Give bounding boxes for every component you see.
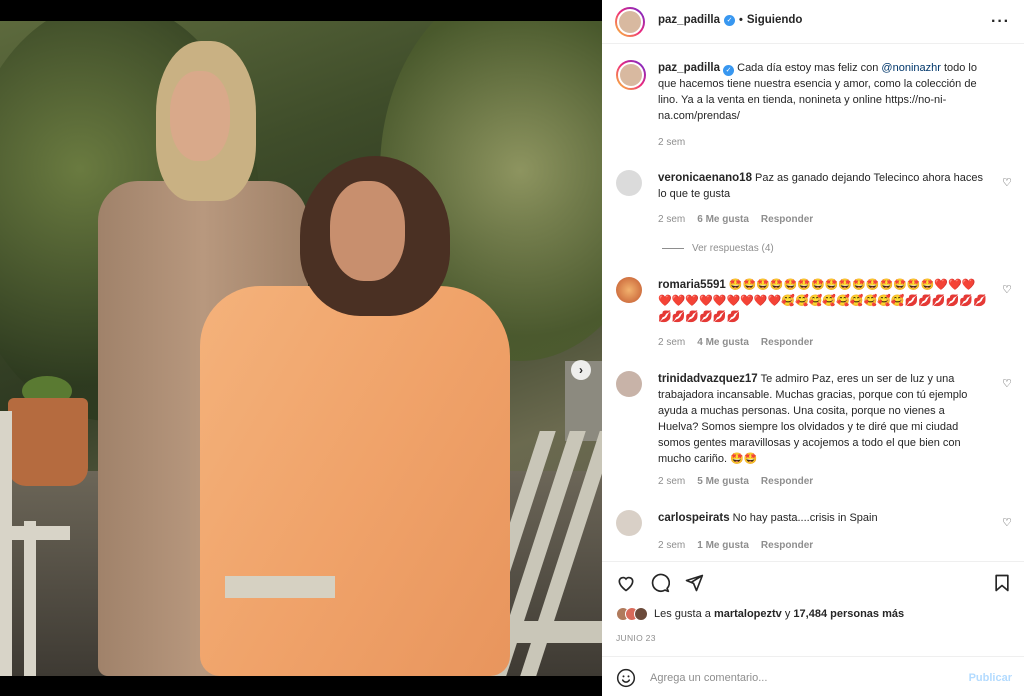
heart-icon[interactable] xyxy=(616,573,636,593)
comment-text: carlospeirats No hay pasta....crisis in … xyxy=(658,510,988,526)
view-replies-label[interactable]: Ver respuestas (4) xyxy=(692,243,774,254)
comment-input[interactable] xyxy=(650,668,950,688)
caption-time: 2 sem xyxy=(658,137,686,148)
comment-likes[interactable]: 5 Me gusta xyxy=(697,476,749,487)
likes-summary: Les gusta a martalopeztv y 17,484 person… xyxy=(616,607,904,621)
comment-time: 2 sem xyxy=(658,476,686,487)
reply-button[interactable]: Responder xyxy=(761,476,813,487)
comment-username[interactable]: trinidadvazquez17 xyxy=(658,373,758,385)
caption-before: Cada día estoy mas feliz con xyxy=(737,62,882,74)
comment-text: veronicaenano18 Paz as ganado dejando Te… xyxy=(658,170,988,202)
author-avatar[interactable] xyxy=(615,7,645,37)
comment-text: romaria5591 🤩🤩🤩🤩🤩🤩🤩🤩🤩🤩🤩🤩🤩🤩🤩❤️❤️❤️❤️❤️❤️❤… xyxy=(658,277,988,325)
heart-icon[interactable]: ♡ xyxy=(1002,178,1012,189)
reply-button[interactable]: Responder xyxy=(761,540,813,551)
comment-item: trinidadvazquez17 Te admiro Paz, eres un… xyxy=(616,371,1016,496)
likes-user[interactable]: martalopeztv xyxy=(714,608,782,620)
comment-time: 2 sem xyxy=(658,214,686,225)
comment-item: romaria5591 🤩🤩🤩🤩🤩🤩🤩🤩🤩🤩🤩🤩🤩🤩🤩❤️❤️❤️❤️❤️❤️❤… xyxy=(616,277,1016,357)
post-date[interactable]: JUNIO 23 xyxy=(616,633,656,643)
caption: paz_padilla ✓ Cada día estoy mas feliz c… xyxy=(616,60,1016,155)
share-icon[interactable] xyxy=(684,573,704,593)
comment-meta: 2 sem 1 Me gusta Responder xyxy=(658,540,813,551)
comment-avatar[interactable] xyxy=(616,170,642,196)
liker-avatars xyxy=(616,607,648,621)
likes-count[interactable]: 17,484 personas más xyxy=(793,608,904,620)
author-username[interactable]: paz_padilla xyxy=(658,14,720,26)
reply-button[interactable]: Responder xyxy=(761,214,813,225)
comment-body: No hay pasta....crisis in Spain xyxy=(732,512,878,524)
verified-icon: ✓ xyxy=(723,65,735,76)
photo-chair-left xyxy=(0,411,70,676)
comment-username[interactable]: romaria5591 xyxy=(658,279,726,291)
comment-composer: Publicar xyxy=(602,656,1024,696)
emoji-icon[interactable] xyxy=(616,668,636,688)
heart-icon[interactable]: ♡ xyxy=(1002,379,1012,390)
comment-time: 2 sem xyxy=(658,337,686,348)
chevron-right-icon[interactable]: › xyxy=(571,360,591,380)
heart-icon[interactable]: ♡ xyxy=(1002,285,1012,296)
caption-text: paz_padilla ✓ Cada día estoy mas feliz c… xyxy=(658,60,988,124)
action-bar xyxy=(602,561,1024,601)
comment-username[interactable]: carlospeirats xyxy=(658,512,730,524)
comment-likes[interactable]: 4 Me gusta xyxy=(697,337,749,348)
comment-meta: 2 sem 5 Me gusta Responder xyxy=(658,476,813,487)
caption-meta: 2 sem xyxy=(658,137,685,148)
publish-button[interactable]: Publicar xyxy=(969,672,1012,684)
more-icon[interactable]: ··· xyxy=(991,13,1010,31)
caption-mention[interactable]: @noninazhr xyxy=(881,62,940,74)
comment-text: trinidadvazquez17 Te admiro Paz, eres un… xyxy=(658,371,988,467)
comment-body: Te admiro Paz, eres un ser de luz y una … xyxy=(658,373,968,465)
comment-item: carlospeirats No hay pasta....crisis in … xyxy=(616,510,1016,560)
comment-meta: 2 sem 6 Me gusta Responder xyxy=(658,214,813,225)
comment-likes[interactable]: 6 Me gusta xyxy=(697,214,749,225)
caption-username[interactable]: paz_padilla xyxy=(658,62,720,74)
dot-separator: • xyxy=(739,14,743,26)
comment-avatar[interactable] xyxy=(616,510,642,536)
replies-line xyxy=(662,248,684,249)
comments-scroll[interactable]: paz_padilla ✓ Cada día estoy mas feliz c… xyxy=(602,45,1024,560)
bookmark-icon[interactable] xyxy=(992,573,1012,593)
verified-icon: ✓ xyxy=(724,14,735,26)
top-black-bar xyxy=(0,0,602,21)
view-replies[interactable]: Ver respuestas (4) xyxy=(662,243,774,254)
likes-middle: y xyxy=(781,608,794,620)
likes-prefix: Les gusta a xyxy=(654,608,714,620)
photo-person-right xyxy=(200,156,520,676)
post-side-panel: paz_padilla ✓ • Siguiendo ··· paz_padill… xyxy=(602,0,1024,696)
comment-avatar[interactable] xyxy=(616,277,642,303)
heart-icon[interactable]: ♡ xyxy=(1002,518,1012,529)
post-header: paz_padilla ✓ • Siguiendo ··· xyxy=(602,0,1024,44)
following-button[interactable]: Siguiendo xyxy=(747,14,803,26)
comment-username[interactable]: veronicaenano18 xyxy=(658,172,752,184)
post-photo[interactable]: › xyxy=(0,21,602,676)
comment-item: veronicaenano18 Paz as ganado dejando Te… xyxy=(616,170,1016,230)
bottom-black-bar xyxy=(0,676,602,696)
comment-time: 2 sem xyxy=(658,540,686,551)
comment-icon[interactable] xyxy=(650,573,670,593)
comment-meta: 2 sem 4 Me gusta Responder xyxy=(658,337,813,348)
comment-avatar[interactable] xyxy=(616,371,642,397)
reply-button[interactable]: Responder xyxy=(761,337,813,348)
liker-avatar xyxy=(634,607,648,621)
caption-avatar[interactable] xyxy=(616,60,646,90)
comment-likes[interactable]: 1 Me gusta xyxy=(697,540,749,551)
